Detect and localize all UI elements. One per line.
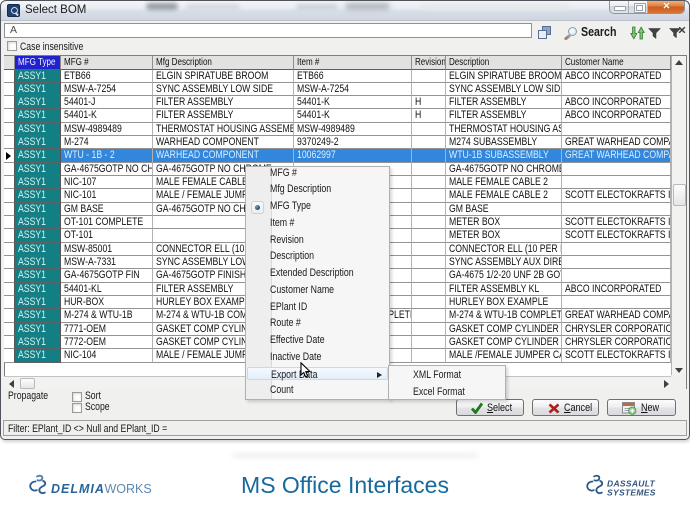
svg-text:WORKS: WORKS: [105, 482, 152, 496]
svg-text:SYSTEMES: SYSTEMES: [607, 488, 656, 498]
svg-text:DELMIA: DELMIA: [51, 482, 105, 496]
